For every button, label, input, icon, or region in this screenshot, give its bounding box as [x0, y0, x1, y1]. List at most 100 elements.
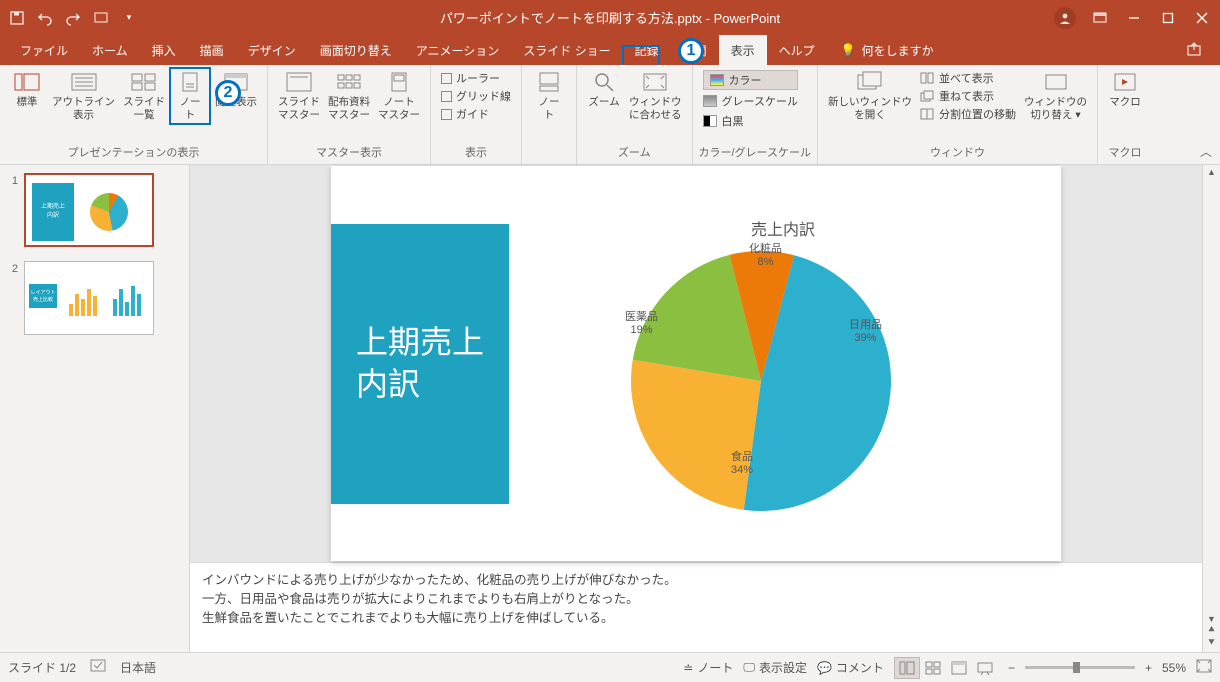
tab-slideshow[interactable]: スライド ショー [511, 35, 622, 65]
notes-master-button[interactable]: ノート マスター [374, 67, 424, 121]
tab-insert[interactable]: 挿入 [140, 35, 188, 65]
thumbnail-slide-2[interactable]: 2 レイアウト 売上比較 [4, 261, 185, 335]
start-from-beginning-icon[interactable] [92, 9, 110, 27]
display-settings-button[interactable]: 🖵表示設定 [743, 659, 807, 676]
slide-sorter-button[interactable]: スライド 一覧 [119, 67, 169, 121]
tab-file[interactable]: ファイル [8, 35, 80, 65]
move-split-button[interactable]: 分割位置の移動 [920, 106, 1016, 122]
next-slide-icon[interactable]: ⯆ [1207, 637, 1216, 650]
group-label: 表示 [437, 142, 515, 164]
slide-counter[interactable]: スライド 1/2 [8, 659, 76, 676]
guides-checkbox[interactable]: ガイド [441, 106, 511, 122]
outline-view-button[interactable]: アウトライン 表示 [48, 67, 119, 121]
zoom-slider[interactable] [1025, 666, 1135, 669]
grayscale-mode-button[interactable]: グレースケール [703, 92, 798, 110]
group-label: マクロ [1104, 142, 1146, 164]
comments-button[interactable]: 💬コメント [817, 659, 884, 676]
reading-view-icon[interactable] [946, 657, 972, 679]
view-mode-buttons [894, 657, 998, 679]
spellcheck-icon[interactable] [90, 659, 106, 676]
titlebar: ▾ パワーポイントでノートを印刷する方法.pptx - PowerPoint [0, 0, 1220, 35]
notes-toggle-button[interactable]: ノー ト [528, 67, 570, 121]
notes-page-button[interactable]: ノー ト [169, 67, 211, 125]
language-indicator[interactable]: 日本語 [120, 659, 156, 676]
prev-slide-icon[interactable]: ⯅ [1207, 624, 1216, 637]
scroll-up-icon[interactable]: ▲ [1207, 167, 1216, 177]
group-master-views: スライド マスター 配布資料 マスター ノート マスター マスター表示 [268, 65, 431, 164]
autosave-icon[interactable] [8, 9, 26, 27]
lightbulb-icon: 💡 [841, 43, 856, 57]
cascade-button[interactable]: 重ねて表示 [920, 88, 1016, 104]
slideshow-view-icon[interactable] [972, 657, 998, 679]
share-button[interactable] [1176, 35, 1212, 65]
ribbon-display-options-icon[interactable] [1090, 8, 1110, 28]
quick-access-toolbar: ▾ [8, 9, 138, 27]
minimize-icon[interactable] [1124, 8, 1144, 28]
slide-edit-area: 上期売上 内訳 売上内訳 化粧品 8% 日用品 39% 食品 3 [190, 165, 1202, 652]
notes-icon: ≐ [683, 661, 693, 675]
bar-chart-icon [111, 274, 145, 320]
group-color: カラー グレースケール 白黒 カラー/グレースケール [693, 65, 819, 164]
bar-chart-icon [67, 274, 101, 320]
collapse-ribbon-icon[interactable]: ︿ [1200, 143, 1212, 160]
slide-title-block: 上期売上 内訳 [331, 224, 509, 504]
thumbnail-slide-1[interactable]: 1 上期売上 内訳 [4, 173, 185, 247]
zoom-in-button[interactable]: + [1145, 661, 1152, 675]
new-window-button[interactable]: 新しいウィンドウ を開く [824, 67, 916, 121]
work-area: 1 上期売上 内訳 2 レイアウト 売上比較 上期売上 内訳 売上 [0, 165, 1220, 652]
tab-home[interactable]: ホーム [80, 35, 140, 65]
slide-thumbnails-pane: 1 上期売上 内訳 2 レイアウト 売上比較 [0, 165, 190, 652]
tab-help[interactable]: ヘルプ [767, 35, 827, 65]
macros-button[interactable]: マクロ [1104, 67, 1146, 109]
slide-master-button[interactable]: スライド マスター [274, 67, 324, 121]
statusbar: スライド 1/2 日本語 ≐ノート 🖵表示設定 💬コメント − + 55% [0, 652, 1220, 682]
color-mode-button[interactable]: カラー [703, 70, 798, 90]
tab-draw[interactable]: 描画 [188, 35, 236, 65]
handout-master-button[interactable]: 配布資料 マスター [324, 67, 374, 121]
app-name: PowerPoint [714, 11, 780, 26]
normal-view-button[interactable]: 標準 [6, 67, 48, 109]
ribbon: 標準 アウトライン 表示 スライド 一覧 ノー ト 閲覧表示 プレゼンテーション… [0, 65, 1220, 165]
zoom-button[interactable]: ズーム [583, 67, 625, 109]
pie-label-pharma: 医薬品 19% [625, 311, 658, 337]
group-window: 新しいウィンドウ を開く 並べて表示 重ねて表示 分割位置の移動 ウィンドウの … [818, 65, 1098, 164]
redo-icon[interactable] [64, 9, 82, 27]
sorter-view-icon[interactable] [920, 657, 946, 679]
switch-windows-button[interactable]: ウィンドウの 切り替え ▾ [1020, 67, 1091, 121]
maximize-icon[interactable] [1158, 8, 1178, 28]
close-icon[interactable] [1192, 8, 1212, 28]
group-notes-toggle: ノー ト [522, 65, 577, 164]
tell-me-label: 何をしますか [862, 42, 934, 59]
zoom-out-button[interactable]: − [1008, 661, 1015, 675]
group-label: ズーム [583, 142, 686, 164]
pie-label-food: 食品 34% [731, 451, 753, 477]
gridlines-checkbox[interactable]: グリッド線 [441, 88, 511, 104]
group-show: ルーラー グリッド線 ガイド 表示 [431, 65, 522, 164]
notes-status-button[interactable]: ≐ノート [683, 659, 733, 676]
zoom-percentage[interactable]: 55% [1162, 661, 1186, 675]
fit-slide-icon[interactable] [1196, 659, 1212, 676]
tab-view[interactable]: 表示 [719, 35, 767, 65]
notes-pane[interactable]: インバウンドによる売り上げが少なかったため、化粧品の売り上げが伸びなかった。 一… [190, 562, 1202, 652]
arrange-all-button[interactable]: 並べて表示 [920, 70, 1016, 86]
tab-animations[interactable]: アニメーション [404, 35, 512, 65]
qat-dropdown-icon[interactable]: ▾ [120, 9, 138, 27]
tab-design[interactable]: デザイン [236, 35, 308, 65]
fit-to-window-button[interactable]: ウィンドウ に合わせる [625, 67, 686, 121]
normal-view-icon[interactable] [894, 657, 920, 679]
tab-transitions[interactable]: 画面切り替え [308, 35, 404, 65]
undo-icon[interactable] [36, 9, 54, 27]
slide-canvas[interactable]: 上期売上 内訳 売上内訳 化粧品 8% 日用品 39% 食品 3 [331, 166, 1061, 561]
notes-line: インバウンドによる売り上げが少なかったため、化粧品の売り上げが伸びなかった。 [202, 571, 1190, 590]
scroll-down-icon[interactable]: ▼ [1207, 614, 1216, 624]
tell-me[interactable]: 💡 何をしますか [841, 35, 934, 65]
document-name: パワーポイントでノートを印刷する方法.pptx [440, 11, 702, 26]
bw-mode-button[interactable]: 白黒 [703, 112, 798, 130]
group-label: カラー/グレースケール [699, 142, 812, 164]
pie-label-cosmetics: 化粧品 8% [749, 243, 782, 269]
group-label: ウィンドウ [824, 142, 1091, 164]
pie-label-daily: 日用品 39% [849, 319, 882, 345]
ruler-checkbox[interactable]: ルーラー [441, 70, 511, 86]
vertical-scrollbar[interactable]: ▲ ▼ ⯅ ⯆ [1202, 165, 1220, 652]
user-avatar[interactable] [1054, 7, 1076, 29]
